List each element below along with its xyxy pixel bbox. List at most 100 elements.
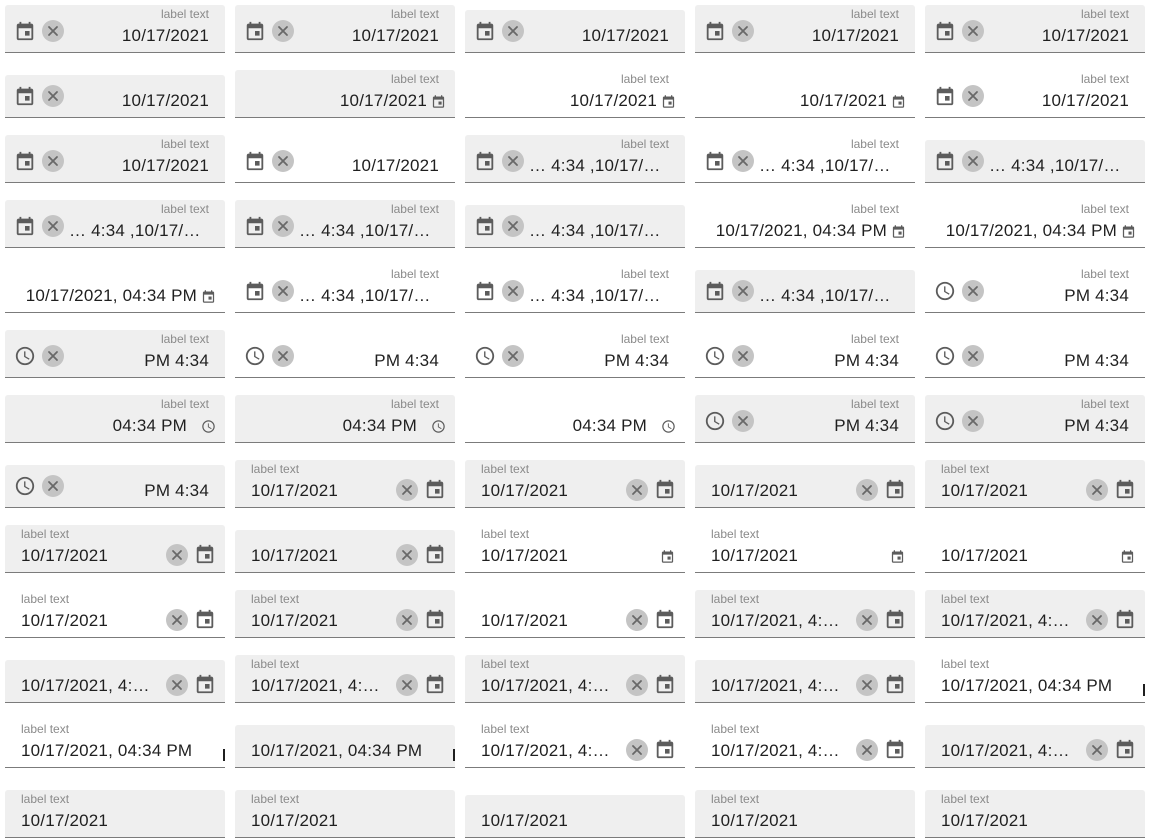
calendar-icon[interactable] xyxy=(194,543,216,570)
field-value[interactable]: 10/17/2021 xyxy=(251,611,338,631)
date-time-field[interactable]: label text 10/17/2021, 04:34 PM xyxy=(925,655,1145,703)
calendar-icon[interactable] xyxy=(474,20,496,47)
clear-icon[interactable] xyxy=(42,20,64,42)
calendar-icon[interactable] xyxy=(654,738,676,765)
calendar-icon[interactable] xyxy=(654,608,676,635)
date-time-field[interactable]: 10/17/2021, 4:34 … xyxy=(5,660,225,703)
calendar-icon[interactable] xyxy=(1114,608,1136,635)
clock-icon[interactable] xyxy=(14,345,36,372)
date-time-field[interactable]: label text 10/17/2021 xyxy=(925,790,1145,838)
field-value[interactable]: 10/17/2021, 4:34 … xyxy=(21,676,159,696)
field-value[interactable]: 10/17/2021, 04:34 PM xyxy=(21,741,192,761)
field-value[interactable]: 10/17/2021, 4:34 … xyxy=(481,676,619,696)
field-value[interactable]: 10/17/2021 xyxy=(481,611,568,631)
calendar-icon[interactable] xyxy=(14,215,36,242)
date-time-field[interactable]: label text 10/17/2021, 4:34 … xyxy=(235,655,455,703)
field-value[interactable]: PM 4:34 xyxy=(1064,286,1129,306)
clear-icon[interactable] xyxy=(856,739,878,761)
calendar-icon[interactable] xyxy=(1121,224,1136,244)
clear-icon[interactable] xyxy=(732,345,754,367)
clear-icon[interactable] xyxy=(962,85,984,107)
clear-icon[interactable] xyxy=(272,215,294,237)
clear-icon[interactable] xyxy=(396,479,418,501)
field-value[interactable]: 10/17/2021 xyxy=(812,26,899,46)
calendar-icon[interactable] xyxy=(661,94,676,114)
calendar-icon[interactable] xyxy=(474,280,496,307)
calendar-icon[interactable] xyxy=(244,150,266,177)
date-time-field[interactable]: 10/17/2021 xyxy=(235,530,455,573)
clear-icon[interactable] xyxy=(626,609,648,631)
calendar-icon[interactable] xyxy=(1114,738,1136,765)
date-time-field[interactable]: label text PM 4:34 xyxy=(695,330,915,378)
clock-icon[interactable] xyxy=(244,345,266,372)
date-time-field[interactable]: 10/17/2021 xyxy=(695,75,915,118)
field-value[interactable]: 10/17/2021 xyxy=(251,546,338,566)
date-time-field[interactable]: 10/17/2021 xyxy=(925,530,1145,573)
field-value[interactable]: PM 4:34 xyxy=(374,351,439,371)
clear-icon[interactable] xyxy=(166,609,188,631)
field-value[interactable]: … 4:34 ,10/17/2021 xyxy=(529,221,669,241)
calendar-icon[interactable] xyxy=(1114,478,1136,505)
calendar-icon[interactable] xyxy=(660,549,675,569)
clear-icon[interactable] xyxy=(166,544,188,566)
clear-icon[interactable] xyxy=(42,475,64,497)
field-value[interactable]: … 4:34 ,10/17/2021 xyxy=(989,156,1129,176)
clear-icon[interactable] xyxy=(732,150,754,172)
date-time-field[interactable]: 04:34 PM xyxy=(465,400,685,443)
date-time-field[interactable]: label text 10/17/2021 xyxy=(465,525,685,573)
clear-icon[interactable] xyxy=(502,150,524,172)
field-value[interactable]: PM 4:34 xyxy=(1064,416,1129,436)
date-time-field[interactable]: … 4:34 ,10/17/2021 xyxy=(925,140,1145,183)
date-time-field[interactable]: label text 10/17/2021 xyxy=(5,135,225,183)
date-time-field[interactable]: label text 10/17/2021, 04:34 PM xyxy=(5,720,225,768)
clear-icon[interactable] xyxy=(166,674,188,696)
date-time-field[interactable]: label text 10/17/2021, 4:34 … xyxy=(465,720,685,768)
date-time-field[interactable]: PM 4:34 xyxy=(925,335,1145,378)
clock-icon[interactable] xyxy=(661,419,676,439)
calendar-icon[interactable] xyxy=(14,150,36,177)
field-value[interactable]: 10/17/2021, 04:34 PM xyxy=(251,741,422,761)
date-time-field[interactable]: label text 10/17/2021 xyxy=(925,70,1145,118)
calendar-icon[interactable] xyxy=(424,608,446,635)
calendar-icon[interactable] xyxy=(194,608,216,635)
field-value[interactable]: 10/17/2021 xyxy=(1042,91,1129,111)
clear-icon[interactable] xyxy=(272,20,294,42)
date-time-field[interactable]: label text 10/17/2021, 4:34 … xyxy=(695,590,915,638)
calendar-icon[interactable] xyxy=(704,20,726,47)
calendar-icon[interactable] xyxy=(424,478,446,505)
clock-icon[interactable] xyxy=(934,280,956,307)
field-value[interactable]: … 4:34 ,10/17/2021 xyxy=(759,156,899,176)
field-value[interactable]: PM 4:34 xyxy=(834,351,899,371)
field-value[interactable]: 10/17/2021 xyxy=(352,156,439,176)
field-value[interactable]: … 4:34 ,10/17/2021 xyxy=(69,221,209,241)
clock-icon[interactable] xyxy=(201,419,216,439)
field-value[interactable]: 04:34 PM xyxy=(343,416,417,436)
date-time-field[interactable]: label text 10/17/2021, 4:34 … xyxy=(465,655,685,703)
calendar-icon[interactable] xyxy=(474,150,496,177)
date-time-field[interactable]: 10/17/2021, 4:34 … xyxy=(925,725,1145,768)
clear-icon[interactable] xyxy=(502,20,524,42)
field-value[interactable]: 10/17/2021, 04:34 PM xyxy=(941,676,1112,696)
date-time-field[interactable]: label text … 4:34 ,10/17/2021 xyxy=(235,200,455,248)
calendar-icon[interactable] xyxy=(244,280,266,307)
field-value[interactable]: PM 4:34 xyxy=(834,416,899,436)
field-value[interactable]: 10/17/2021 xyxy=(251,481,338,501)
clock-icon[interactable] xyxy=(704,345,726,372)
field-value[interactable]: 10/17/2021 xyxy=(481,546,568,566)
date-time-field[interactable]: label text 10/17/2021, 04:34 PM xyxy=(695,200,915,248)
date-time-field[interactable]: … 4:34 ,10/17/2021 xyxy=(695,270,915,313)
date-time-field[interactable]: label text 10/17/2021 xyxy=(925,5,1145,53)
date-time-field[interactable]: 10/17/2021, 04:34 PM xyxy=(5,270,225,313)
field-value[interactable]: 10/17/2021 xyxy=(340,91,427,111)
date-time-field[interactable]: label text 10/17/2021 xyxy=(5,5,225,53)
field-value[interactable]: 10/17/2021 xyxy=(21,546,108,566)
date-time-field[interactable]: label text PM 4:34 xyxy=(695,395,915,443)
calendar-icon[interactable] xyxy=(934,85,956,112)
calendar-icon[interactable] xyxy=(890,549,905,569)
date-time-field[interactable]: 10/17/2021 xyxy=(5,75,225,118)
clear-icon[interactable] xyxy=(962,410,984,432)
field-value[interactable]: 10/17/2021, 04:34 PM xyxy=(946,221,1117,241)
clear-icon[interactable] xyxy=(626,739,648,761)
date-time-field[interactable]: label text … 4:34 ,10/17/2021 xyxy=(465,265,685,313)
field-value[interactable]: 10/17/2021 xyxy=(21,811,108,831)
